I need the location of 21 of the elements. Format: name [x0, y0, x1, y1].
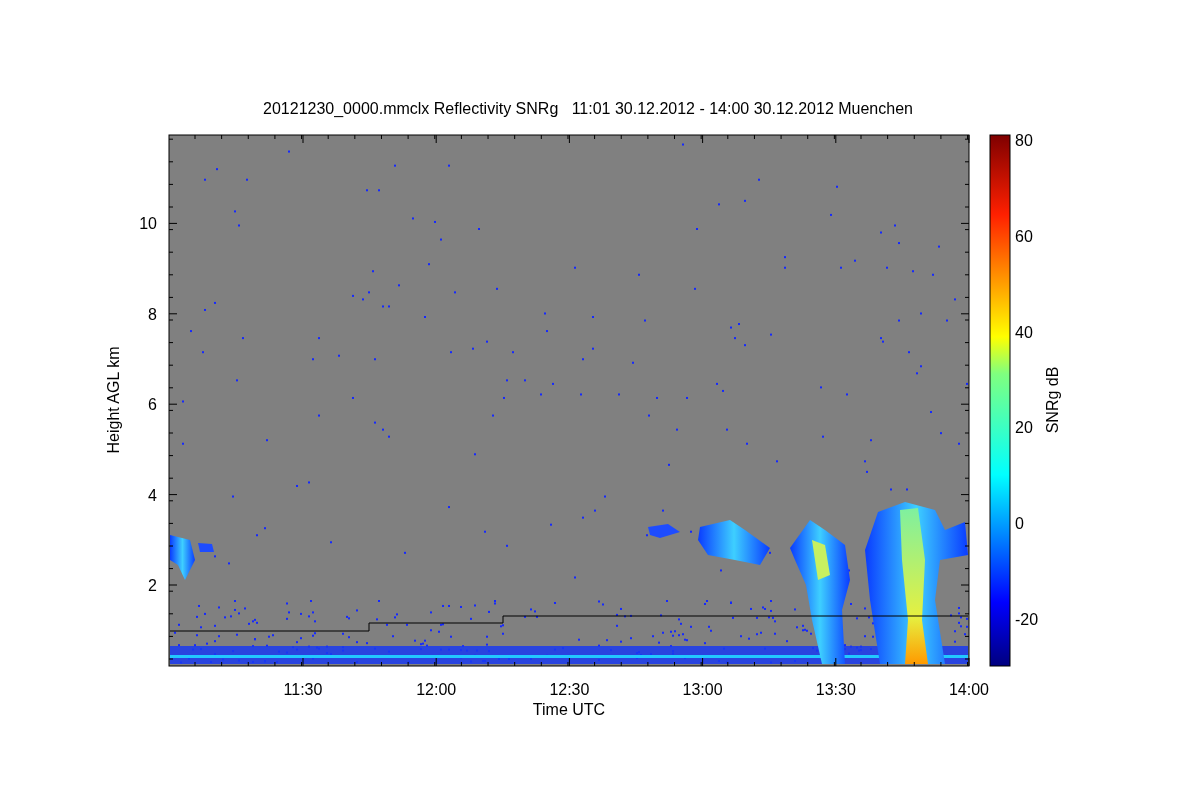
colorbar-label: SNRg dB: [1044, 366, 1061, 434]
tick-label: -20: [1015, 611, 1039, 628]
tick-label: 8: [148, 305, 157, 323]
tick-label: 13:30: [815, 681, 856, 698]
tick-label: 4: [148, 486, 157, 504]
tick-label: 40: [1015, 323, 1033, 341]
tick-label: 0: [1015, 515, 1024, 533]
tick-label: 10: [139, 215, 157, 233]
tick-label: 14:00: [949, 681, 989, 698]
axis-label: Time UTC: [532, 701, 606, 718]
tick-label: 6: [148, 396, 157, 414]
plot-title: 20121230_0000.mmclx Reflectivity SNRg 11:01 30.12.2012 - 14:00 30.12.2012 Muenchen: [263, 100, 913, 117]
tick-label: 12:00: [416, 681, 457, 698]
tick-label: 20: [1015, 419, 1033, 437]
tick-label: 11:30: [283, 681, 323, 698]
tick-label: 2: [148, 577, 157, 594]
tick-label: 13:00: [682, 681, 723, 698]
axis-label: Height AGL km: [105, 346, 122, 454]
tick-label: 12:30: [549, 681, 590, 698]
tick-label: 80: [1015, 132, 1033, 149]
tick-label: 60: [1015, 227, 1033, 245]
